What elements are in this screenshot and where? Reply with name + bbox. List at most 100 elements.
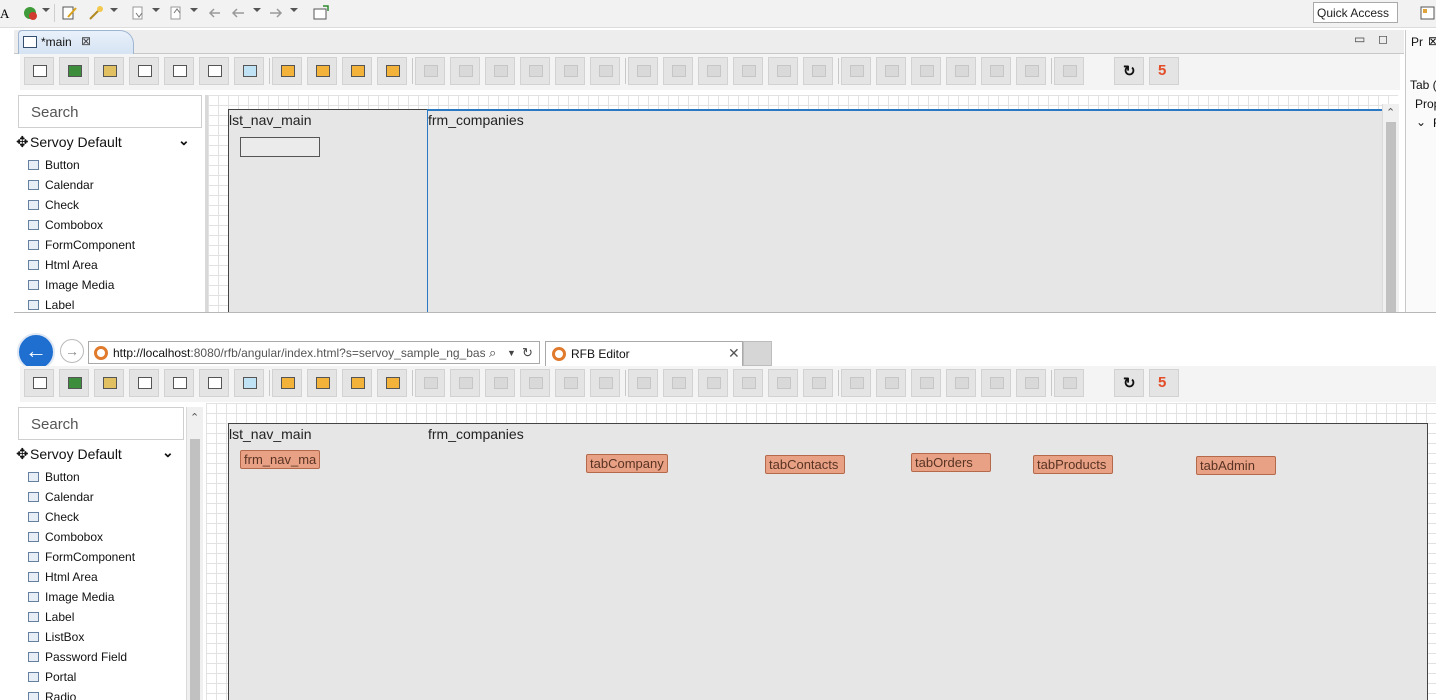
- wand-icon[interactable]: [88, 5, 104, 21]
- toolbar-button[interactable]: [164, 57, 194, 85]
- toolbar-button[interactable]: [272, 369, 302, 397]
- toolbar-button[interactable]: [450, 57, 480, 85]
- toolbar-button[interactable]: [342, 57, 372, 85]
- toolbar-button[interactable]: [94, 369, 124, 397]
- canvas-scrollbar[interactable]: ⌃: [1382, 104, 1399, 312]
- toolbar-button[interactable]: [129, 57, 159, 85]
- toolbar-button[interactable]: [841, 369, 871, 397]
- toolbar-button[interactable]: [415, 369, 445, 397]
- browser-tab[interactable]: RFB Editor ✕: [545, 341, 743, 366]
- toolbar-button[interactable]: [59, 57, 89, 85]
- open-perspective-icon[interactable]: [313, 5, 329, 21]
- search-icon[interactable]: ⌕: [489, 345, 496, 361]
- html5-button[interactable]: 5: [1149, 369, 1179, 397]
- toolbar-button[interactable]: [1016, 369, 1046, 397]
- toolbar-button[interactable]: [24, 369, 54, 397]
- nav-form-component[interactable]: frm_nav_ma: [240, 450, 320, 469]
- edit-checklist-icon[interactable]: [62, 5, 78, 21]
- palette-search-input[interactable]: Search: [18, 95, 202, 128]
- toolbar-button[interactable]: [485, 57, 515, 85]
- editor-tab-main[interactable]: *main ⊠: [18, 30, 134, 54]
- toolbar-button[interactable]: [803, 369, 833, 397]
- last-edit-icon[interactable]: [206, 5, 222, 21]
- wand-dropdown-arrow[interactable]: [110, 8, 118, 12]
- toolbar-button[interactable]: [981, 369, 1011, 397]
- toolbar-button[interactable]: [129, 369, 159, 397]
- tab-orders[interactable]: tabOrders: [911, 453, 991, 472]
- toolbar-button[interactable]: [590, 369, 620, 397]
- toolbar-button[interactable]: [946, 57, 976, 85]
- scrollbar-thumb[interactable]: [1386, 122, 1396, 312]
- chevron-down-icon[interactable]: ⌄: [178, 132, 190, 149]
- toolbar-button[interactable]: [59, 369, 89, 397]
- toolbar-button[interactable]: [981, 57, 1011, 85]
- toolbar-button[interactable]: [234, 57, 264, 85]
- dropdown-arrow-icon[interactable]: ▼: [507, 348, 516, 358]
- address-bar[interactable]: http://localhost:8080/rfb/angular/index.…: [88, 341, 540, 364]
- toolbar-button[interactable]: [307, 57, 337, 85]
- toolbar-button[interactable]: [1054, 57, 1084, 85]
- scroll-up-icon[interactable]: ⌃: [1386, 106, 1395, 119]
- toolbar-button[interactable]: [377, 369, 407, 397]
- toolbar-button[interactable]: [24, 57, 54, 85]
- toolbar-button[interactable]: [234, 369, 264, 397]
- toolbar-button[interactable]: [164, 369, 194, 397]
- forward-icon[interactable]: [268, 5, 284, 21]
- next-annotation-icon[interactable]: [130, 5, 146, 21]
- toolbar-button[interactable]: [450, 369, 480, 397]
- minimize-icon[interactable]: ▭: [1354, 32, 1365, 46]
- toolbar-button[interactable]: [663, 57, 693, 85]
- close-icon[interactable]: ✕: [728, 345, 740, 362]
- toolbar-button[interactable]: [377, 57, 407, 85]
- toolbar-button[interactable]: [199, 57, 229, 85]
- scroll-up-icon[interactable]: ⌃: [190, 411, 199, 424]
- nav-placeholder-box[interactable]: [240, 137, 320, 157]
- toolbar-button[interactable]: [698, 369, 728, 397]
- back-dropdown[interactable]: [253, 8, 261, 12]
- toolbar-button[interactable]: [733, 369, 763, 397]
- debug-dropdown-arrow[interactable]: [42, 8, 50, 12]
- toolbar-button[interactable]: [733, 57, 763, 85]
- reload-button[interactable]: ↻: [1114, 369, 1144, 397]
- toolbar-button[interactable]: [485, 369, 515, 397]
- debug-run-icon[interactable]: [22, 5, 38, 21]
- palette-search-input[interactable]: Search: [18, 407, 184, 440]
- palette-scrollbar[interactable]: ⌃: [186, 407, 203, 700]
- maximize-icon[interactable]: ◻: [1378, 32, 1388, 46]
- toolbar-button[interactable]: [590, 57, 620, 85]
- toolbar-button[interactable]: [803, 57, 833, 85]
- toolbar-button[interactable]: [911, 369, 941, 397]
- tab-company[interactable]: tabCompany: [586, 454, 668, 473]
- label-a-icon[interactable]: A: [0, 5, 10, 21]
- tabpanel-selection[interactable]: [427, 109, 1398, 312]
- toolbar-button[interactable]: [307, 369, 337, 397]
- collapse-chevron-icon[interactable]: ⌄: [1416, 115, 1426, 129]
- close-icon[interactable]: ⊠: [1428, 34, 1436, 48]
- html5-button[interactable]: 5: [1149, 57, 1179, 85]
- toolbar-button[interactable]: [698, 57, 728, 85]
- toolbar-button[interactable]: [768, 369, 798, 397]
- toolbar-button[interactable]: [342, 369, 372, 397]
- scrollbar-thumb[interactable]: [190, 439, 200, 700]
- prev-annotation-dropdown[interactable]: [190, 8, 198, 12]
- toolbar-button[interactable]: [663, 369, 693, 397]
- forward-dropdown[interactable]: [290, 8, 298, 12]
- url-text[interactable]: http://localhost:8080/rfb/angular/index.…: [113, 346, 485, 360]
- next-annotation-dropdown[interactable]: [152, 8, 160, 12]
- tab-products[interactable]: tabProducts: [1033, 455, 1113, 474]
- tab-admin[interactable]: tabAdmin: [1196, 456, 1276, 475]
- tab-contacts[interactable]: tabContacts: [765, 455, 845, 474]
- toolbar-button[interactable]: [520, 57, 550, 85]
- palette-group-header[interactable]: ✥ Servoy Default ⌄: [16, 444, 184, 466]
- properties-tab-label[interactable]: Pr: [1411, 35, 1423, 49]
- toolbar-button[interactable]: [841, 57, 871, 85]
- toolbar-button[interactable]: [1054, 369, 1084, 397]
- chevron-down-icon[interactable]: ⌄: [162, 444, 174, 461]
- toolbar-button[interactable]: [199, 369, 229, 397]
- palette-group-header[interactable]: ✥ Servoy Default ⌄: [16, 132, 202, 154]
- toolbar-button[interactable]: [876, 369, 906, 397]
- back-icon[interactable]: [230, 5, 246, 21]
- toolbar-button[interactable]: [94, 57, 124, 85]
- toolbar-button[interactable]: [555, 57, 585, 85]
- forward-arrow-icon[interactable]: →: [60, 339, 84, 363]
